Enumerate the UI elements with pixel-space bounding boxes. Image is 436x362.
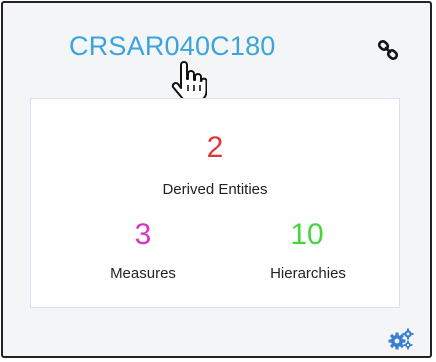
hierarchies-label: Hierarchies bbox=[270, 265, 346, 282]
stats-panel: 2 Derived Entities 3 Measures 10 Hierarc… bbox=[30, 98, 400, 308]
measures-label: Measures bbox=[110, 265, 176, 282]
hand-cursor-icon bbox=[171, 61, 207, 102]
derived-entities-label: Derived Entities bbox=[162, 181, 268, 198]
model-card: CRSAR040C180 2 Derived Entities 3 Measur… bbox=[1, 1, 432, 358]
link-icon[interactable] bbox=[377, 39, 399, 61]
derived-entities-count[interactable]: 2 bbox=[155, 133, 275, 163]
gears-icon[interactable] bbox=[388, 328, 414, 350]
measures-count[interactable]: 3 bbox=[83, 220, 203, 250]
card-title-link[interactable]: CRSAR040C180 bbox=[69, 33, 276, 60]
hierarchies-count[interactable]: 10 bbox=[247, 220, 367, 250]
